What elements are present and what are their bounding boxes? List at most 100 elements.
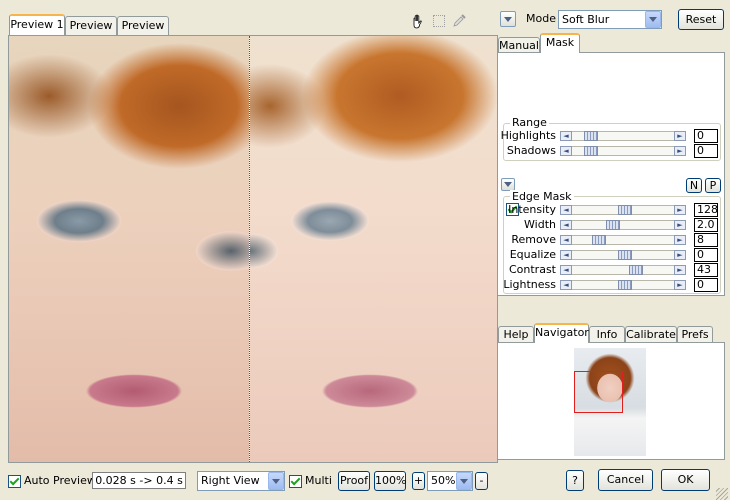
lightness-value[interactable]: 0: [694, 278, 718, 292]
shadows-value[interactable]: 0: [694, 144, 718, 158]
chevron-down-icon[interactable]: [645, 11, 661, 28]
arrow-right-icon[interactable]: ►: [674, 220, 686, 230]
width-slider[interactable]: ◄ ►: [560, 220, 686, 230]
shadows-label: Shadows: [506, 144, 556, 157]
multi-label[interactable]: Multi: [305, 474, 332, 487]
multi-checkbox[interactable]: [289, 475, 302, 488]
intensity-slider[interactable]: ◄ ►: [560, 205, 686, 215]
remove-value[interactable]: 8: [694, 233, 718, 247]
contrast-value[interactable]: 43: [694, 263, 718, 277]
intensity-slider-thumb[interactable]: [617, 205, 632, 215]
chevron-down-icon: [504, 182, 512, 187]
equalize-slider[interactable]: ◄ ►: [560, 250, 686, 260]
view-select-value: Right View: [201, 474, 260, 487]
shadows-slider[interactable]: ◄ ►: [560, 146, 686, 156]
tab-preview-2[interactable]: Preview 2: [65, 16, 117, 50]
width-slider-thumb[interactable]: [605, 220, 620, 230]
tab-navigator[interactable]: Navigator: [534, 323, 589, 343]
zoom-select-value: 50%: [431, 474, 456, 487]
arrow-left-icon[interactable]: ◄: [560, 250, 572, 260]
arrow-left-icon[interactable]: ◄: [560, 131, 572, 141]
highlights-slider[interactable]: ◄ ►: [560, 131, 686, 141]
auto-preview-checkbox[interactable]: [8, 475, 21, 488]
navigator-panel: [497, 342, 725, 460]
arrow-left-icon[interactable]: ◄: [560, 235, 572, 245]
lightness-slider[interactable]: ◄ ►: [560, 280, 686, 290]
tab-prefs[interactable]: Prefs: [677, 326, 713, 343]
marquee-icon[interactable]: [433, 15, 445, 27]
lightness-label: Lightness: [503, 278, 556, 291]
range-title: Range: [510, 116, 549, 129]
range-sliders: Highlights ◄ ► 0 Shadows ◄ ► 0: [498, 129, 726, 161]
eyedropper-icon[interactable]: [452, 12, 468, 28]
p-button[interactable]: P: [705, 178, 721, 193]
mode-label: Mode: [526, 12, 556, 25]
remove-label: Remove: [511, 233, 556, 246]
range-row-shadows: Shadows ◄ ► 0: [498, 144, 728, 159]
tab-help[interactable]: Help: [498, 326, 534, 343]
width-value[interactable]: 2.0: [694, 218, 718, 232]
preview-area[interactable]: [8, 35, 498, 463]
edge-row-lightness: Lightness ◄ ► 0: [498, 278, 728, 293]
navigator-thumbnail[interactable]: [574, 348, 646, 456]
chevron-down-icon[interactable]: [456, 472, 472, 490]
remove-slider[interactable]: ◄ ►: [560, 235, 686, 245]
tab-preview-3[interactable]: Preview 3: [117, 16, 169, 50]
intensity-value[interactable]: 128: [694, 203, 718, 217]
n-button[interactable]: N: [686, 178, 702, 193]
help-button[interactable]: ?: [566, 470, 584, 491]
ok-button[interactable]: OK: [661, 469, 710, 491]
tab-mask[interactable]: Mask: [540, 33, 580, 53]
reset-button[interactable]: Reset: [678, 9, 724, 30]
auto-preview-label[interactable]: Auto Preview: [24, 474, 96, 487]
arrow-right-icon[interactable]: ►: [674, 205, 686, 215]
proof-button[interactable]: Proof: [338, 471, 370, 491]
navigator-viewport-box[interactable]: [574, 371, 623, 413]
arrow-right-icon[interactable]: ►: [674, 235, 686, 245]
hand-icon[interactable]: [410, 13, 426, 29]
arrow-right-icon[interactable]: ►: [674, 131, 686, 141]
chevron-down-icon[interactable]: [268, 472, 284, 490]
arrow-left-icon[interactable]: ◄: [560, 280, 572, 290]
arrow-right-icon[interactable]: ►: [674, 265, 686, 275]
highlights-value[interactable]: 0: [694, 129, 718, 143]
arrow-right-icon[interactable]: ►: [674, 146, 686, 156]
arrow-left-icon[interactable]: ◄: [560, 220, 572, 230]
mode-select[interactable]: Soft Blur: [558, 10, 662, 29]
contrast-slider[interactable]: ◄ ►: [560, 265, 686, 275]
tab-preview-1[interactable]: Preview 1: [9, 14, 65, 35]
highlights-slider-thumb[interactable]: [584, 131, 599, 141]
resize-grip-icon[interactable]: [716, 488, 728, 500]
view-select[interactable]: Right View: [197, 471, 285, 491]
collapse-toggle[interactable]: [500, 11, 516, 27]
equalize-value[interactable]: 0: [694, 248, 718, 262]
edge-row-remove: Remove ◄ ► 8: [498, 233, 728, 248]
intensity-label: Intensity: [508, 203, 556, 216]
highlights-label: Highlights: [500, 129, 556, 142]
width-label: Width: [524, 218, 556, 231]
zoom-out-button[interactable]: -: [475, 472, 488, 490]
tab-info[interactable]: Info: [589, 326, 625, 343]
edge-row-intensity: Intensity ◄ ► 128: [498, 203, 728, 218]
timing-readout: 0.028 s -> 0.4 s: [92, 472, 186, 489]
tab-calibrate[interactable]: Calibrate: [625, 326, 677, 343]
zoom-100-button[interactable]: 100%: [374, 471, 406, 491]
edge-row-width: Width ◄ ► 2.0: [498, 218, 728, 233]
arrow-right-icon[interactable]: ►: [674, 280, 686, 290]
chevron-down-icon: [504, 16, 512, 22]
lightness-slider-thumb[interactable]: [617, 280, 632, 290]
zoom-in-button[interactable]: +: [412, 472, 425, 490]
shadows-slider-thumb[interactable]: [584, 146, 599, 156]
arrow-left-icon[interactable]: ◄: [560, 205, 572, 215]
cancel-button[interactable]: Cancel: [598, 469, 653, 491]
edge-mask-title: Edge Mask: [510, 190, 574, 203]
contrast-slider-thumb[interactable]: [629, 265, 644, 275]
range-row-highlights: Highlights ◄ ► 0: [498, 129, 728, 144]
edge-row-equalize: Equalize ◄ ► 0: [498, 248, 728, 263]
arrow-left-icon[interactable]: ◄: [560, 265, 572, 275]
remove-slider-thumb[interactable]: [592, 235, 607, 245]
zoom-select[interactable]: 50%: [427, 471, 473, 491]
arrow-right-icon[interactable]: ►: [674, 250, 686, 260]
arrow-left-icon[interactable]: ◄: [560, 146, 572, 156]
equalize-slider-thumb[interactable]: [617, 250, 632, 260]
